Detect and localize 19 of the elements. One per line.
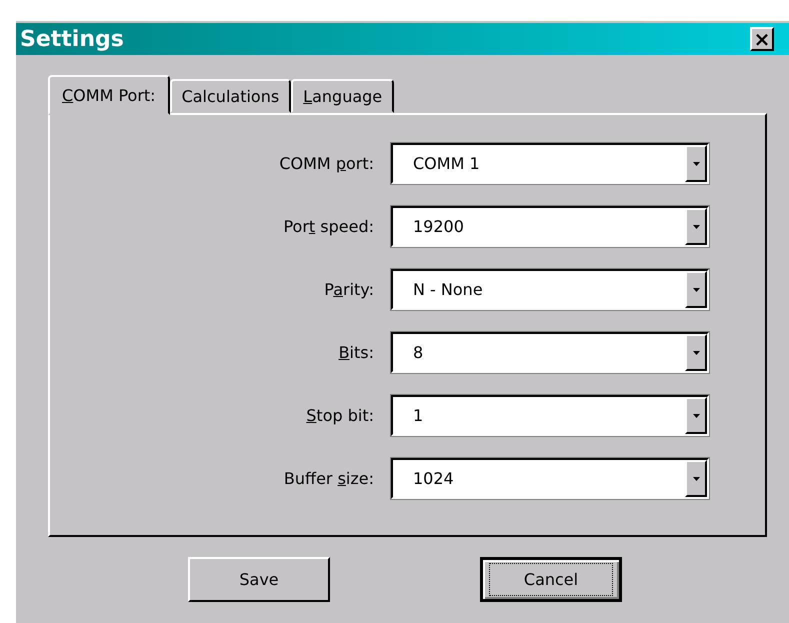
- dropdown-field[interactable]: 1024: [391, 458, 709, 499]
- window-title: Settings: [19, 26, 124, 52]
- dropdown-field[interactable]: N - None: [391, 269, 709, 310]
- save-button[interactable]: Save: [188, 557, 330, 602]
- dropdown-field[interactable]: COMM 1: [391, 143, 709, 184]
- close-button[interactable]: ×: [750, 27, 774, 51]
- tab[interactable]: Calculations: [170, 79, 292, 113]
- tab[interactable]: COMM Port:: [48, 75, 170, 115]
- field-label: Bits:: [338, 343, 375, 362]
- field-label: Parity:: [323, 280, 375, 299]
- field-label: Stop bit:: [305, 406, 375, 425]
- dropdown-field[interactable]: 8: [391, 332, 709, 373]
- cancel-button[interactable]: Cancel: [480, 557, 622, 602]
- dropdown-field[interactable]: 1: [391, 395, 709, 436]
- tab[interactable]: Language: [291, 79, 394, 113]
- field-label: Port speed:: [282, 217, 375, 236]
- field-label: COMM port:: [278, 154, 375, 173]
- field-label: Buffer size:: [282, 469, 375, 488]
- dropdown-field[interactable]: 19200: [391, 206, 709, 247]
